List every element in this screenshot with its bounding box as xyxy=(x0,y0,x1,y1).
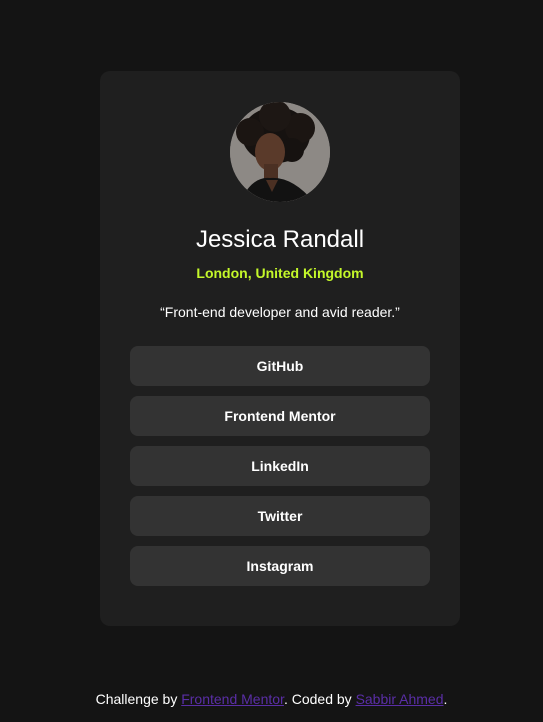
twitter-link-button[interactable]: Twitter xyxy=(130,496,430,536)
instagram-link-button[interactable]: Instagram xyxy=(130,546,430,586)
profile-name: Jessica Randall xyxy=(195,226,365,253)
footer-middle: . Coded by xyxy=(283,691,356,707)
avatar xyxy=(230,102,330,202)
frontend-mentor-footer-link[interactable]: Frontend Mentor xyxy=(181,691,284,707)
profile-card: Jessica Randall London, United Kingdom “… xyxy=(100,71,460,626)
profile-bio: “Front-end developer and avid reader.” xyxy=(160,304,400,320)
linkedin-link-button[interactable]: LinkedIn xyxy=(130,446,430,486)
footer-prefix: Challenge by xyxy=(95,691,182,707)
attribution-footer: Challenge by Frontend Mentor. Coded by S… xyxy=(0,689,543,709)
social-links: GitHub Frontend Mentor LinkedIn Twitter … xyxy=(130,346,430,596)
profile-location: London, United Kingdom xyxy=(196,265,364,281)
page: Jessica Randall London, United Kingdom “… xyxy=(0,0,543,722)
author-footer-link[interactable]: Sabbir Ahmed xyxy=(356,691,444,707)
avatar-image xyxy=(230,102,330,202)
frontend-mentor-link-button[interactable]: Frontend Mentor xyxy=(130,396,430,436)
footer-suffix: . xyxy=(443,691,448,707)
github-link-button[interactable]: GitHub xyxy=(130,346,430,386)
